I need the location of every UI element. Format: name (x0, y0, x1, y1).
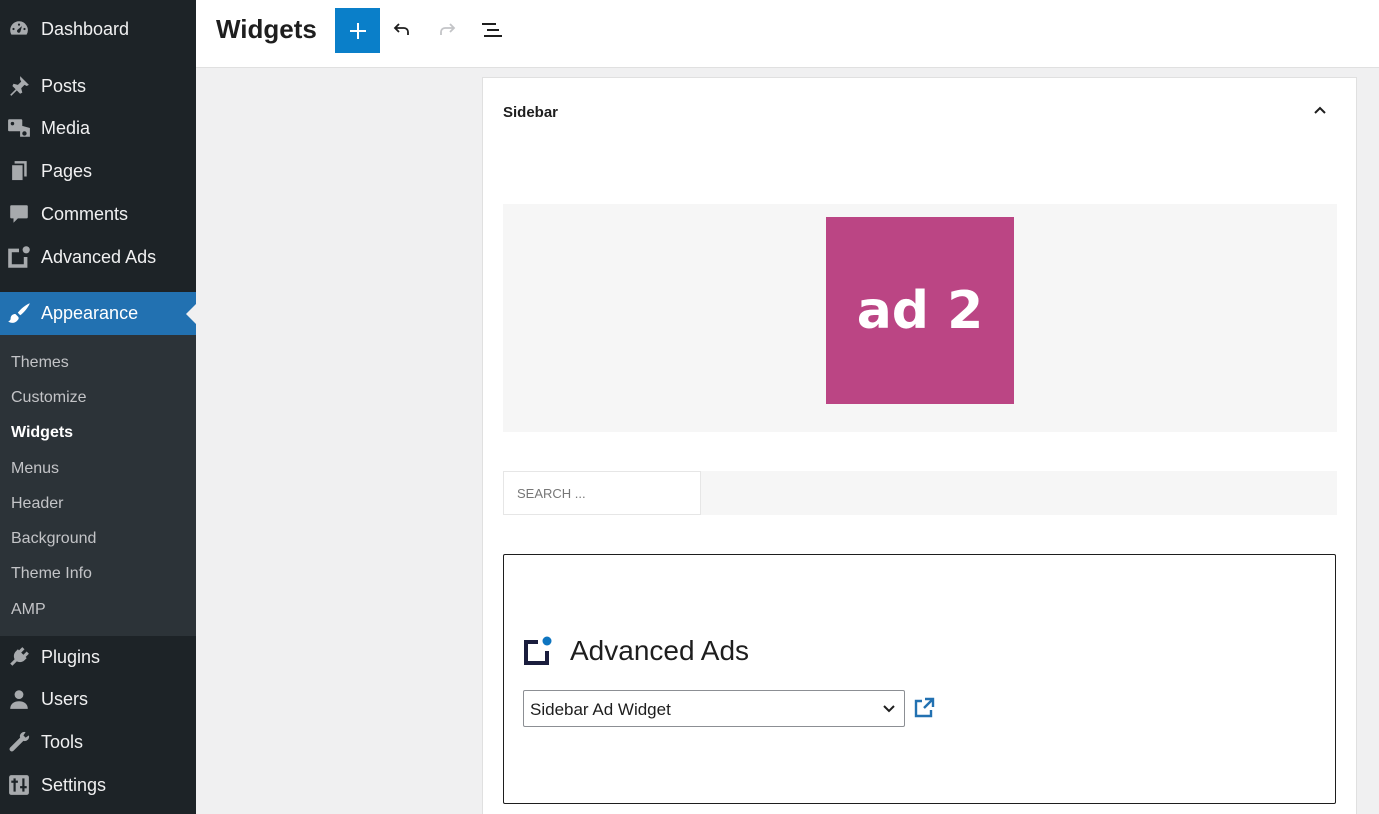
add-block-button[interactable] (335, 8, 380, 53)
ad-select-value: Sidebar Ad Widget (530, 700, 671, 719)
plus-icon (349, 22, 366, 39)
wrench-icon (7, 730, 31, 754)
widget-header: Advanced Ads (523, 635, 749, 667)
menu-advanced-ads[interactable]: Advanced Ads (0, 238, 196, 276)
advanced-ads-widget[interactable]: Advanced Ads Sidebar Ad Widget (503, 554, 1336, 804)
submenu-background[interactable]: Background (11, 530, 96, 548)
settings-icon (7, 773, 31, 797)
menu-users[interactable]: Users (0, 680, 196, 718)
menu-label: Dashboard (41, 18, 130, 39)
appearance-submenu: Themes Customize Widgets Menus Header Ba… (0, 335, 196, 636)
menu-plugins[interactable]: Plugins (0, 638, 196, 676)
submenu-customize[interactable]: Customize (11, 389, 87, 407)
ad-banner: ad 2 (826, 217, 1014, 404)
menu-tools[interactable]: Tools (0, 723, 196, 761)
submenu-menus[interactable]: Menus (11, 460, 59, 478)
widget-title: Advanced Ads (570, 635, 750, 666)
menu-label: Users (41, 688, 89, 709)
undo-icon (393, 23, 409, 35)
paintbrush-icon (7, 302, 31, 326)
list-view-icon (482, 23, 502, 37)
widget-area-title: Sidebar (503, 104, 559, 121)
menu-comments[interactable]: Comments (0, 195, 196, 233)
undo-button[interactable] (386, 14, 418, 46)
menu-appearance[interactable]: Appearance (0, 292, 196, 335)
menu-label: Posts (41, 75, 87, 96)
page-title: Widgets (216, 14, 317, 44)
pin-icon (7, 74, 31, 98)
menu-label: Settings (41, 774, 107, 795)
menu-label: Tools (41, 731, 84, 752)
search-block (503, 471, 1337, 515)
menu-settings[interactable]: Settings (0, 766, 196, 804)
menu-posts[interactable]: Posts (0, 67, 196, 105)
submenu-themes[interactable]: Themes (11, 354, 69, 372)
menu-label: Pages (41, 160, 93, 181)
advanced-ads-icon (7, 245, 31, 269)
menu-label: Plugins (41, 646, 101, 667)
menu-label: Appearance (41, 303, 139, 323)
menu-label: Comments (41, 203, 129, 224)
menu-label: Advanced Ads (41, 246, 157, 267)
chevron-down-icon (883, 705, 895, 713)
admin-sidebar: Dashboard Posts Media Pages Comments Adv… (0, 0, 196, 814)
search-input[interactable] (503, 471, 701, 515)
menu-label: Media (41, 117, 91, 138)
list-view-button[interactable] (476, 14, 508, 46)
sidebar-widget-area: Sidebar ad 2 Advanced Ads Sidebar Ad Wid… (482, 77, 1357, 814)
pages-icon (7, 159, 31, 183)
user-icon (7, 687, 31, 711)
menu-dashboard[interactable]: Dashboard (0, 10, 196, 48)
editor-toolbar: Widgets (196, 0, 1379, 68)
submenu-header[interactable]: Header (11, 495, 63, 513)
dashboard-icon (7, 17, 31, 41)
menu-pages[interactable]: Pages (0, 152, 196, 190)
ad-select-dropdown[interactable]: Sidebar Ad Widget (523, 690, 905, 727)
menu-media[interactable]: Media (0, 109, 196, 147)
redo-button[interactable] (431, 14, 463, 46)
comment-icon (7, 202, 31, 226)
collapse-panel-button[interactable] (1308, 98, 1332, 122)
submenu-theme-info[interactable]: Theme Info (11, 565, 92, 583)
submenu-amp[interactable]: AMP (11, 601, 46, 619)
chevron-up-icon (1314, 106, 1326, 114)
redo-icon (440, 23, 456, 35)
media-icon (7, 116, 31, 140)
external-link-icon[interactable] (913, 697, 935, 719)
plugin-icon (7, 645, 31, 669)
ad-label: ad 2 (856, 280, 984, 341)
submenu-widgets[interactable]: Widgets (11, 424, 73, 442)
advanced-ads-logo-icon (524, 636, 552, 665)
ad-block[interactable]: ad 2 (503, 204, 1337, 432)
